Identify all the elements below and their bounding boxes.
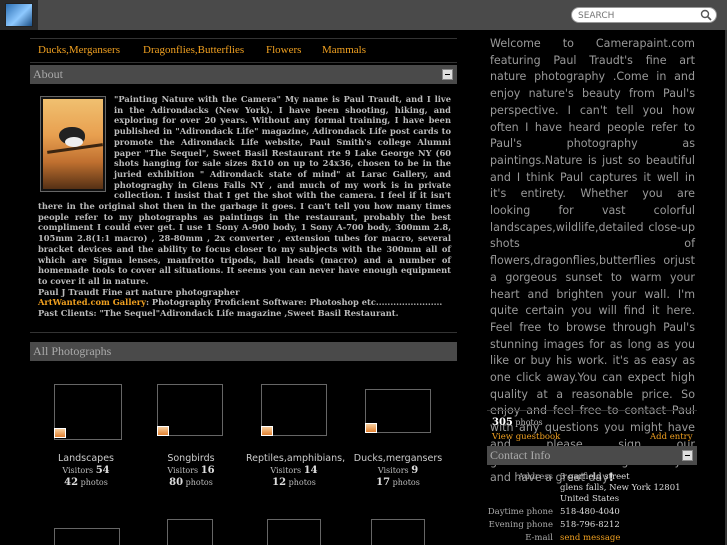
- album-visitors: Visitors 14: [270, 465, 318, 476]
- album-visitors: Visitors 9: [377, 465, 419, 476]
- album-thumbnail[interactable]: [371, 519, 425, 545]
- tab-dragonflies-butterflies[interactable]: Dragonflies,Butterflies: [143, 44, 244, 56]
- album-card[interactable]: Ducks,mergansers Visitors 9 17 photos: [350, 380, 446, 490]
- album-card[interactable]: Reptiles,amphibians, Visitors 14 12 phot…: [246, 380, 345, 490]
- collapse-icon[interactable]: [442, 69, 453, 80]
- evening-phone-label: Evening phone: [488, 520, 553, 530]
- daytime-phone-value: 518-480-4040: [560, 507, 620, 517]
- email-label: E-mail: [525, 533, 553, 543]
- about-title: About: [33, 67, 63, 81]
- logo-frame: [0, 0, 38, 30]
- contact-title: Contact Info: [490, 448, 551, 462]
- album-photos: 42 photos: [64, 477, 108, 488]
- about-header: About: [30, 65, 457, 84]
- album-photos: 12 photos: [272, 477, 316, 488]
- view-guestbook-link[interactable]: View guestbook: [492, 432, 560, 442]
- evening-phone-value: 518-796-8212: [560, 520, 620, 530]
- add-entry-link[interactable]: Add entry: [650, 432, 693, 442]
- album-name[interactable]: Landscapes: [38, 453, 134, 464]
- search-icon[interactable]: [700, 9, 712, 21]
- album-card[interactable]: Landscapes Visitors 54 42 photos: [38, 380, 134, 490]
- album-thumbnail[interactable]: [267, 519, 321, 545]
- search-input[interactable]: [578, 9, 678, 22]
- past-clients: Past Clients: "The Sequel"Adirondack Lif…: [38, 308, 399, 319]
- site-logo[interactable]: [5, 3, 33, 27]
- photographs-title: All Photographs: [33, 344, 112, 358]
- album-icon: [157, 426, 169, 436]
- divider: [30, 332, 457, 333]
- artwanted-gallery-link[interactable]: ArtWanted.com Gallery: [38, 297, 146, 307]
- tab-flowers[interactable]: Flowers: [266, 44, 301, 56]
- album-photos: 17 photos: [376, 477, 420, 488]
- contact-header: Contact Info: [487, 446, 697, 465]
- album-thumbnail[interactable]: [54, 528, 120, 545]
- collapse-icon[interactable]: [682, 450, 693, 461]
- album-icon: [365, 423, 377, 433]
- daytime-phone-label: Daytime phone: [487, 507, 553, 517]
- album-name[interactable]: Ducks,mergansers: [350, 453, 446, 464]
- tab-mammals[interactable]: Mammals: [322, 44, 366, 56]
- album-name[interactable]: Songbirds: [143, 453, 239, 464]
- about-text: "Painting Nature with the Camera" My nam…: [38, 94, 451, 319]
- album-card[interactable]: Songbirds Visitors 16 80 photos: [143, 380, 239, 490]
- album-visitors: Visitors 54: [62, 465, 110, 476]
- search-box: [571, 7, 717, 23]
- album-icon: [54, 428, 66, 438]
- album-name[interactable]: Reptiles,amphibians,: [246, 453, 345, 464]
- top-bar: [0, 0, 727, 30]
- divider: [487, 410, 697, 411]
- category-tabs: Ducks,Mergansers Dragonflies,Butterflies…: [30, 38, 457, 63]
- address-value: 3 garfield street glens falls, New York …: [560, 472, 681, 504]
- gallery-line-text: : Photography Proficient Software: Photo…: [145, 297, 443, 308]
- album-icon: [261, 426, 273, 436]
- about-signature: Paul J Traudt Fine art nature photograph…: [38, 286, 240, 297]
- photographs-header: All Photographs: [30, 342, 457, 361]
- guestbook-count: 305 photos: [492, 417, 543, 428]
- send-message-link[interactable]: send message: [560, 533, 620, 544]
- tab-ducks-mergansers[interactable]: Ducks,Mergansers: [38, 44, 120, 56]
- album-visitors: Visitors 16: [167, 465, 215, 476]
- album-thumbnail[interactable]: [167, 519, 213, 545]
- address-label: Address: [518, 472, 553, 482]
- album-photos: 80 photos: [169, 477, 213, 488]
